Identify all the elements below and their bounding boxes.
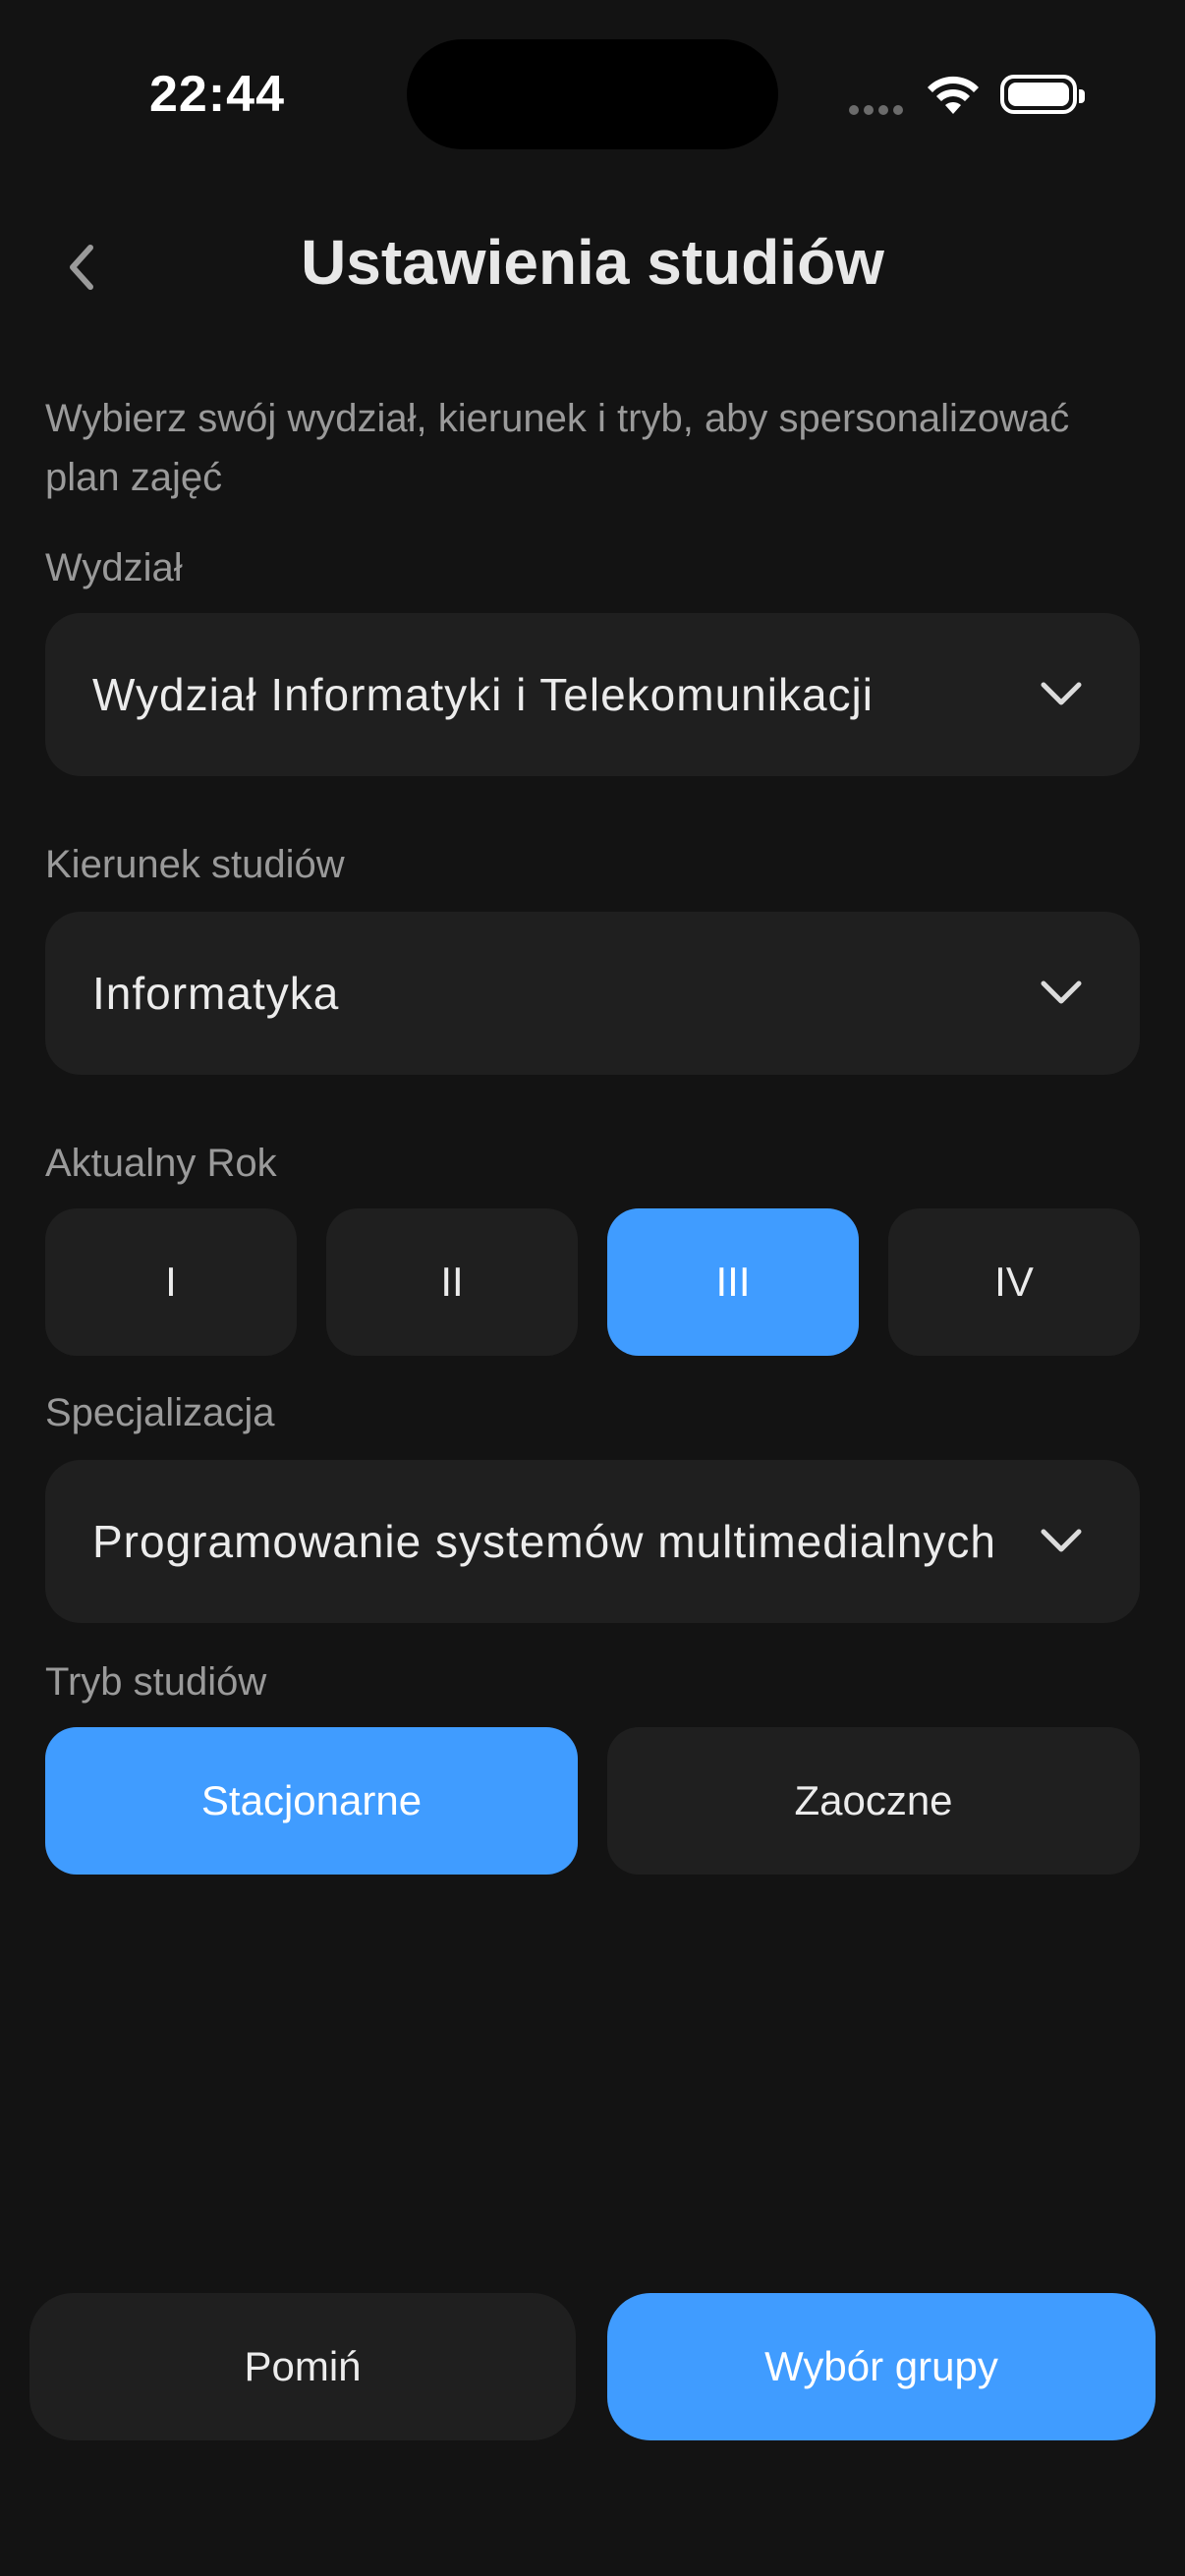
year-label: Aktualny Rok	[45, 1142, 277, 1185]
faculty-value: Wydział Informatyki i Telekomunikacji	[92, 669, 874, 720]
wifi-icon	[928, 76, 979, 114]
year-option-1[interactable]: I	[45, 1208, 297, 1356]
intro-text: Wybierz swój wydział, kierunek i tryb, a…	[45, 397, 1070, 499]
status-time: 22:44	[149, 66, 285, 123]
chevron-down-icon	[1041, 980, 1082, 1004]
mode-option-full-time[interactable]: Stacjonarne	[45, 1727, 578, 1875]
specialization-value: Programowanie systemów multimedialnych	[92, 1516, 996, 1567]
battery-icon	[1000, 75, 1085, 114]
mode-selector: Stacjonarne Zaoczne	[45, 1727, 1140, 1875]
field-value: Informatyka	[92, 968, 340, 1019]
group-selection-button[interactable]: Wybór grupy	[607, 2293, 1156, 2440]
mode-label: Tryb studiów	[45, 1660, 267, 1704]
year-option-3[interactable]: III	[607, 1208, 859, 1356]
skip-button[interactable]: Pomiń	[29, 2293, 576, 2440]
status-bar: 22:44	[0, 0, 1185, 177]
faculty-label: Wydział	[45, 546, 183, 589]
field-dropdown[interactable]: Informatyka	[45, 912, 1140, 1075]
year-selector: I II III IV	[45, 1208, 1140, 1356]
year-option-2[interactable]: II	[326, 1208, 578, 1356]
specialization-label: Specjalizacja	[45, 1391, 275, 1434]
faculty-dropdown[interactable]: Wydział Informatyki i Telekomunikacji	[45, 613, 1140, 776]
cellular-signal-icon	[849, 102, 908, 120]
chevron-down-icon	[1041, 1529, 1082, 1552]
field-label: Kierunek studiów	[45, 843, 345, 886]
year-option-4[interactable]: IV	[888, 1208, 1140, 1356]
chevron-down-icon	[1041, 682, 1082, 705]
dynamic-island	[407, 39, 778, 149]
specialization-dropdown[interactable]: Programowanie systemów multimedialnych	[45, 1460, 1140, 1623]
page-title: Ustawienia studiów	[301, 227, 884, 298]
mode-option-part-time[interactable]: Zaoczne	[607, 1727, 1140, 1875]
